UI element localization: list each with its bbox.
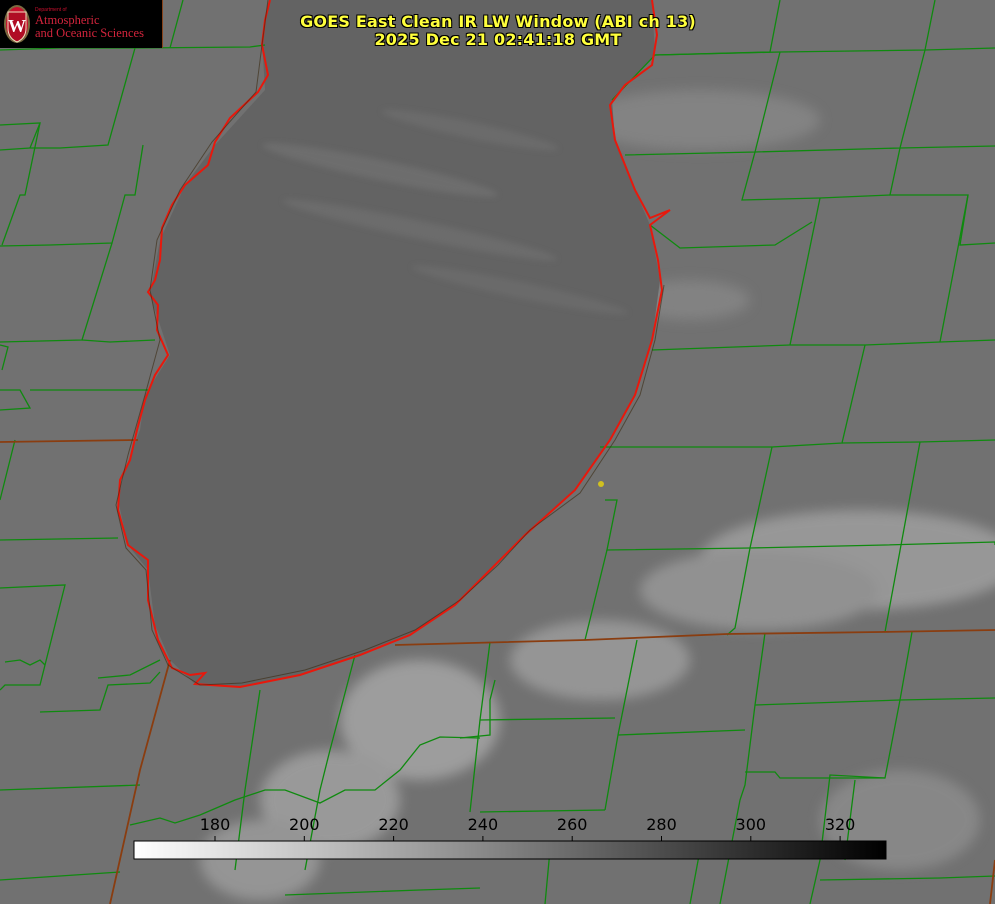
uw-seal-icon: W bbox=[4, 5, 30, 43]
satellite-map: 180 200 220 240 260 280 300 320 bbox=[0, 0, 995, 904]
colorbar-gradient bbox=[133, 840, 887, 860]
colorbar-tick-label: 220 bbox=[378, 815, 409, 834]
logo-text: Department of Atmospheric and Oceanic Sc… bbox=[35, 7, 144, 40]
logo-name-line1: Atmospheric bbox=[35, 12, 100, 27]
svg-text:W: W bbox=[8, 16, 26, 36]
image-timestamp: 2025 Dec 21 02:41:18 GMT bbox=[374, 30, 622, 49]
satellite-image-viewer: 180 200 220 240 260 280 300 320 W Department of… bbox=[0, 0, 995, 904]
image-title: GOES East Clean IR LW Window (ABI ch 13) bbox=[300, 12, 696, 31]
colorbar-tick-label: 200 bbox=[289, 815, 320, 834]
uw-aos-logo: W Department of Atmospheric and Oceanic … bbox=[0, 0, 162, 48]
station-marker bbox=[598, 481, 604, 487]
colorbar-tick-label: 260 bbox=[557, 815, 588, 834]
logo-name-line2: and Oceanic Sciences bbox=[35, 25, 144, 40]
colorbar-tick-label: 180 bbox=[200, 815, 231, 834]
colorbar-tick-label: 240 bbox=[468, 815, 499, 834]
colorbar-tick-label: 320 bbox=[825, 815, 856, 834]
colorbar-tick-label: 280 bbox=[646, 815, 677, 834]
colorbar-tick-label: 300 bbox=[736, 815, 767, 834]
